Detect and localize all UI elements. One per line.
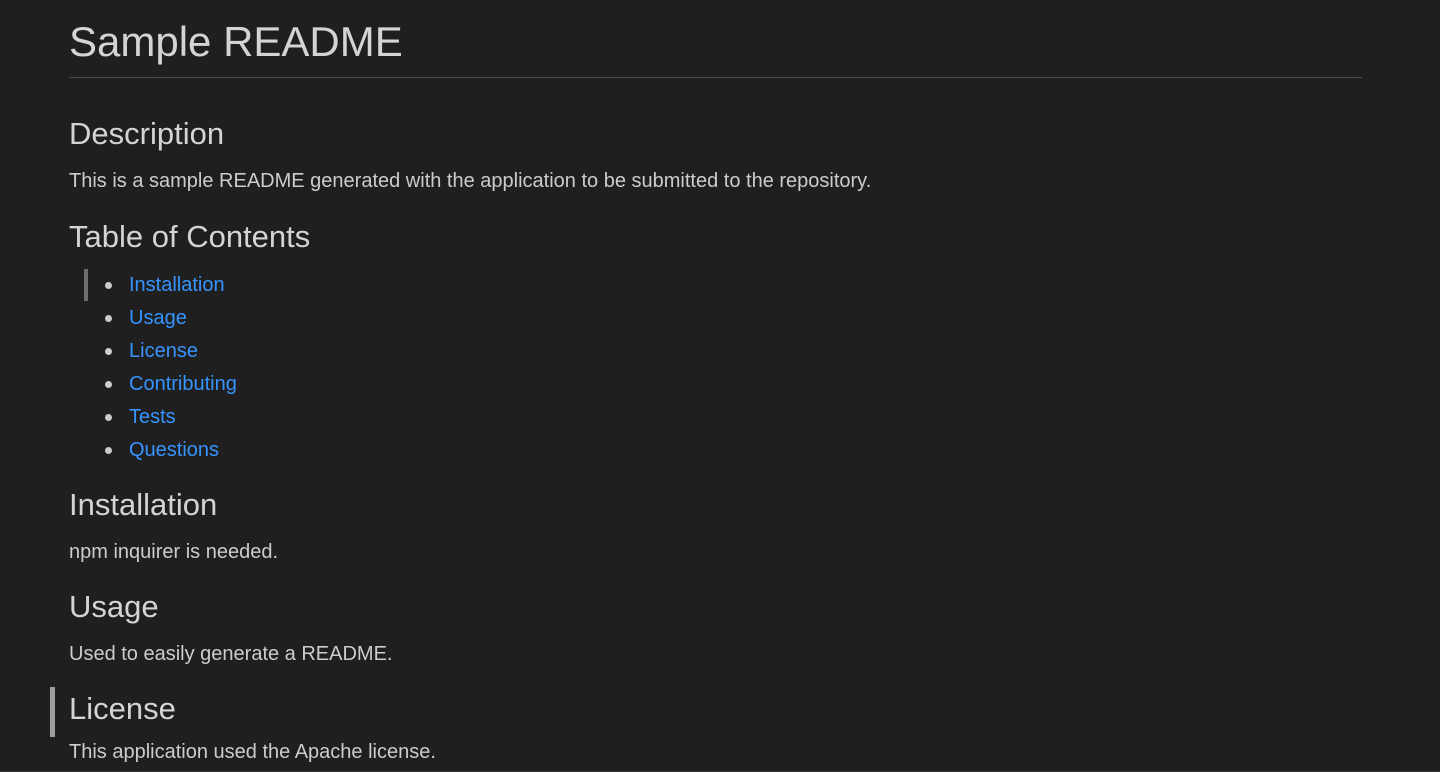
bullet-icon: [105, 447, 112, 454]
bullet-icon: [105, 282, 112, 289]
description-text: This is a sample README generated with t…: [69, 170, 872, 192]
toc-item-tests: Tests: [105, 401, 1362, 434]
bullet-icon: [105, 348, 112, 355]
toc-link-license[interactable]: License: [129, 340, 198, 362]
toc-item-installation: Installation: [105, 269, 1362, 302]
toc-item-license: License: [105, 335, 1362, 368]
toc-list: Installation Usage License Contributing …: [69, 269, 1362, 467]
description-heading: Description: [69, 116, 225, 151]
usage-heading: Usage: [69, 589, 159, 624]
toc-link-contributing[interactable]: Contributing: [129, 373, 237, 395]
selection-marker: [50, 687, 55, 737]
markdown-preview: Sample README Description This is a samp…: [0, 0, 1440, 772]
usage-text: Used to easily generate a README.: [69, 643, 393, 665]
bullet-icon: [105, 315, 112, 322]
toc-item-usage: Usage: [105, 302, 1362, 335]
toc-link-installation[interactable]: Installation: [129, 274, 225, 296]
installation-heading: Installation: [69, 487, 218, 522]
bullet-icon: [105, 381, 112, 388]
license-heading: License: [69, 691, 176, 726]
toc-selection-marker: [84, 269, 88, 301]
toc-item-questions: Questions: [105, 434, 1362, 467]
readme-content: Sample README Description This is a samp…: [69, 0, 1362, 765]
toc-heading: Table of Contents: [69, 219, 311, 254]
toc-link-tests[interactable]: Tests: [129, 406, 176, 428]
toc-link-usage[interactable]: Usage: [129, 307, 187, 329]
toc-link-questions[interactable]: Questions: [129, 439, 219, 461]
page-title: Sample README: [69, 0, 1362, 78]
license-text: This application used the Apache license…: [69, 741, 436, 763]
toc-item-contributing: Contributing: [105, 368, 1362, 401]
installation-text: npm inquirer is needed.: [69, 541, 279, 563]
bullet-icon: [105, 414, 112, 421]
